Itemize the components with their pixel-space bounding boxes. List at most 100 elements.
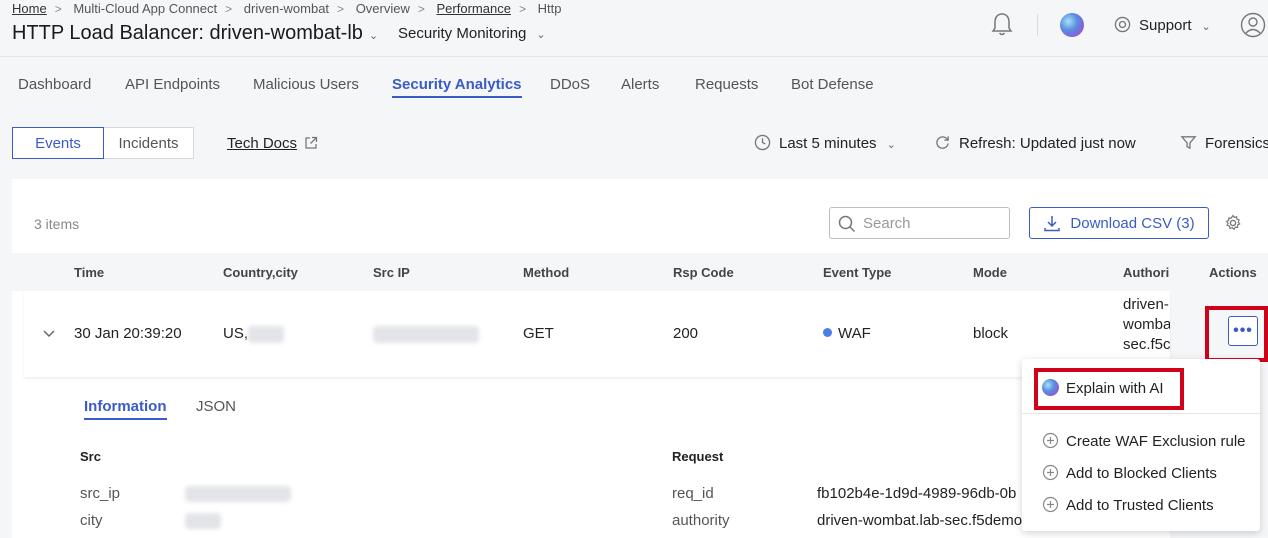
col-time[interactable]: Time	[74, 265, 104, 280]
time-range-selector[interactable]: Last 5 minutes ⌄	[754, 134, 896, 152]
src-heading: Src	[80, 449, 101, 464]
view-selector-label: Security Monitoring	[398, 25, 527, 42]
tab-malicious-users[interactable]: Malicious Users	[253, 76, 359, 93]
col-event-type[interactable]: Event Type	[823, 265, 891, 280]
plus-circle-icon	[1042, 432, 1059, 449]
tab-requests[interactable]: Requests	[695, 76, 758, 93]
menu-item-add-trusted-clients[interactable]: Add to Trusted Clients	[1042, 496, 1214, 514]
plus-circle-icon	[1042, 464, 1059, 481]
breadcrumb-separator: >	[54, 2, 62, 16]
ai-assistant-icon[interactable]	[1060, 13, 1084, 37]
cell-rsp-code: 200	[673, 325, 699, 342]
table-row[interactable]: 30 Jan 20:39:20 US, GET 200 WAF block dr…	[24, 291, 1170, 377]
events-button[interactable]: Events	[12, 127, 104, 159]
cell-event-type: WAF	[823, 325, 871, 342]
redacted-src-ip	[373, 326, 479, 343]
support-label: Support	[1139, 17, 1192, 34]
cell-country: US,	[223, 325, 249, 342]
field-key-req-id: req_id	[672, 485, 714, 502]
cell-mode: block	[973, 325, 1009, 342]
field-key-city: city	[80, 512, 103, 529]
header-divider	[1037, 14, 1038, 36]
download-icon	[1044, 216, 1061, 232]
download-csv-label: Download CSV (3)	[1070, 214, 1195, 232]
chevron-down-icon: ⌄	[536, 29, 546, 41]
time-range-label: Last 5 minutes	[779, 135, 877, 152]
breadcrumb-separator: >	[518, 2, 526, 16]
redacted-city	[248, 326, 284, 343]
field-value-req-id: fb102b4e-1d9d-4989-96db-0b	[817, 485, 1017, 502]
redacted-city-value	[185, 513, 221, 529]
authority-line: driven-	[1123, 296, 1169, 313]
field-key-src-ip: src_ip	[80, 485, 121, 502]
col-authority[interactable]: Authori	[1123, 265, 1169, 280]
breadcrumb-separator: >	[225, 2, 233, 16]
tech-docs-link[interactable]: Tech Docs	[227, 135, 297, 152]
menu-divider	[1022, 413, 1260, 414]
breadcrumb-separator: >	[417, 2, 425, 16]
cell-authority: driven- womba sec.f5c	[1123, 295, 1170, 355]
breadcrumb-mcac[interactable]: Multi-Cloud App Connect	[73, 1, 217, 16]
menu-item-add-blocked-clients[interactable]: Add to Blocked Clients	[1042, 464, 1217, 482]
col-mode[interactable]: Mode	[973, 265, 1007, 280]
search-input[interactable]: Search	[829, 207, 1010, 239]
tab-json[interactable]: JSON	[196, 398, 236, 415]
col-method[interactable]: Method	[523, 265, 569, 280]
forensics-label: Forensics	[1205, 135, 1268, 152]
tab-security-analytics[interactable]: Security Analytics	[392, 76, 522, 98]
col-actions: Actions	[1209, 265, 1257, 280]
search-placeholder: Search	[863, 215, 911, 232]
item-count: 3 items	[34, 216, 80, 232]
refresh-icon	[936, 136, 949, 149]
events-incidents-toggle: Events Incidents	[12, 127, 194, 159]
top-header: Home > Multi-Cloud App Connect > driven-wo…	[0, 0, 1268, 57]
bell-icon[interactable]	[990, 12, 1014, 38]
breadcrumb-overview[interactable]: Overview	[356, 1, 410, 16]
forensics-button[interactable]: Forensics	[1180, 134, 1268, 152]
col-src-ip[interactable]: Src IP	[373, 265, 410, 280]
highlight-box	[1034, 368, 1184, 410]
event-type-label: WAF	[838, 325, 871, 342]
col-country-city[interactable]: Country,city	[223, 265, 298, 280]
authority-line: womba	[1123, 316, 1170, 333]
view-selector[interactable]: Security Monitoring ⌄	[398, 25, 546, 42]
tab-information[interactable]: Information	[84, 398, 167, 420]
page-title[interactable]: HTTP Load Balancer: driven-wombat-lb ⌄	[12, 22, 378, 45]
search-icon	[838, 215, 856, 233]
page-title-text: HTTP Load Balancer: driven-wombat-lb	[12, 22, 363, 44]
support-menu[interactable]: Support ⌄	[1114, 16, 1211, 34]
breadcrumb: Home > Multi-Cloud App Connect > driven-wo…	[12, 1, 569, 16]
breadcrumb-separator: >	[337, 2, 345, 16]
tab-ddos[interactable]: DDoS	[550, 76, 590, 93]
chevron-down-icon: ⌄	[1201, 21, 1211, 33]
gear-icon[interactable]	[1224, 214, 1242, 232]
chevron-down-icon: ⌄	[368, 30, 379, 42]
plus-circle-icon	[1042, 496, 1059, 513]
highlight-box	[1205, 306, 1268, 362]
breadcrumb-performance[interactable]: Performance	[437, 1, 511, 16]
table-header: Time Country,city Src IP Method Rsp Code…	[12, 253, 1268, 291]
tab-api-endpoints[interactable]: API Endpoints	[125, 76, 220, 93]
authority-line: sec.f5c	[1123, 336, 1170, 353]
menu-label: Add to Blocked Clients	[1066, 465, 1217, 482]
incidents-button[interactable]: Incidents	[104, 127, 194, 159]
breadcrumb-namespace[interactable]: driven-wombat	[244, 1, 329, 16]
tab-alerts[interactable]: Alerts	[621, 76, 659, 93]
chevron-down-icon[interactable]	[42, 329, 56, 339]
menu-label: Add to Trusted Clients	[1066, 497, 1214, 514]
refresh-button[interactable]: Refresh: Updated just now	[934, 134, 1136, 152]
user-avatar-icon[interactable]	[1240, 12, 1266, 38]
lifebuoy-icon	[1114, 16, 1131, 33]
menu-item-create-waf-exclusion[interactable]: Create WAF Exclusion rule	[1042, 432, 1246, 450]
breadcrumb-home[interactable]: Home	[12, 1, 47, 16]
cell-method: GET	[523, 325, 554, 342]
request-heading: Request	[672, 449, 724, 464]
download-csv-button[interactable]: Download CSV (3)	[1029, 207, 1209, 239]
menu-label: Create WAF Exclusion rule	[1066, 433, 1246, 450]
field-value-authority: driven-wombat.lab-sec.f5demo	[817, 512, 1023, 529]
external-link-icon[interactable]	[304, 136, 318, 150]
breadcrumb-http: Http	[537, 1, 562, 16]
tab-dashboard[interactable]: Dashboard	[18, 76, 91, 93]
tab-bot-defense[interactable]: Bot Defense	[791, 76, 874, 93]
col-rsp-code[interactable]: Rsp Code	[673, 265, 734, 280]
